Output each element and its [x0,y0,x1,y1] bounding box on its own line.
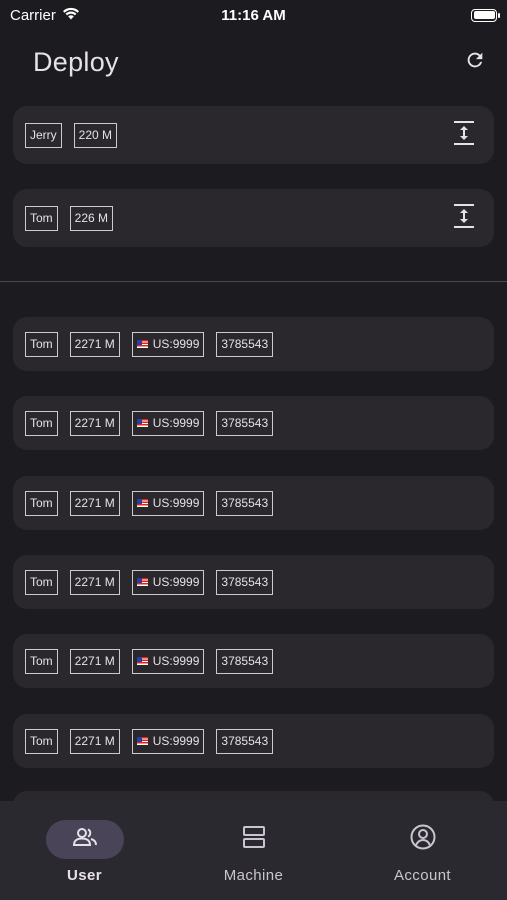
nav-item-account[interactable]: Account [338,801,507,900]
chip-group: Jerry 220 M [25,122,118,148]
us-flag-icon [136,657,148,665]
name-chip: Tom [25,205,58,231]
size-chip: 2271 M [69,728,120,754]
nav-item-machine[interactable]: Machine [169,801,338,900]
name-chip: Tom [25,410,58,436]
size-chip: 2271 M [69,569,120,595]
nav-icon-wrap [384,820,462,859]
region-chip: US:9999 [131,490,205,516]
header: Deploy [0,40,507,84]
size-chip: 2271 M [69,648,120,674]
region-label: US:9999 [152,416,200,430]
region-chip: US:9999 [131,410,205,436]
nav-label-account: Account [394,867,451,884]
expand-vertical-icon [453,203,475,234]
id-chip: 3785543 [216,648,274,674]
users-icon [72,827,98,852]
id-chip: 3785543 [216,410,274,436]
region-label: US:9999 [152,337,200,351]
size-chip: 2271 M [69,410,120,436]
list-item[interactable]: Tom 2271 M US:9999 3785543 [13,634,494,688]
name-chip: Tom [25,728,58,754]
chip-group: Tom 2271 M US:9999 3785543 [25,648,274,674]
region-label: US:9999 [152,575,200,589]
size-chip: 226 M [69,205,114,231]
nav-label-machine: Machine [223,867,284,884]
id-chip: 3785543 [216,490,274,516]
list-item[interactable]: Tom 2271 M US:9999 3785543 [13,714,494,768]
chip-group: Tom 2271 M US:9999 3785543 [25,331,274,357]
us-flag-icon [136,499,148,507]
name-chip: Tom [25,569,58,595]
section-divider [0,281,507,282]
region-label: US:9999 [152,654,200,668]
account-circle-icon [410,824,436,855]
list-item[interactable]: Tom 2271 M US:9999 3785543 [13,555,494,609]
deploy-card-tom[interactable]: Tom 226 M [13,189,494,247]
deploy-card-jerry[interactable]: Jerry 220 M [13,106,494,164]
chip-group: Tom 2271 M US:9999 3785543 [25,490,274,516]
bottom-nav: User Machine Account [0,801,507,900]
us-flag-icon [136,419,148,427]
name-chip: Tom [25,331,58,357]
name-chip: Jerry [25,122,62,148]
nav-icon-wrap [215,820,293,859]
id-chip: 3785543 [216,728,274,754]
server-icon [242,825,266,854]
battery-icon [471,8,500,22]
region-label: US:9999 [152,734,200,748]
expand-button[interactable] [452,203,476,234]
status-bar: Carrier 11:16 AM [0,0,507,30]
list-item[interactable]: Tom 2271 M US:9999 3785543 [13,476,494,530]
region-chip: US:9999 [131,331,205,357]
chip-group: Tom 2271 M US:9999 3785543 [25,410,274,436]
refresh-icon [464,49,486,76]
region-chip: US:9999 [131,648,205,674]
us-flag-icon [136,340,148,348]
wifi-icon [62,7,80,24]
region-chip: US:9999 [131,569,205,595]
expand-button[interactable] [452,120,476,151]
status-left: Carrier [10,7,80,24]
nav-label-user: User [67,867,102,884]
nav-active-indicator [45,820,124,859]
chip-group: Tom 2271 M US:9999 3785543 [25,569,274,595]
list-item[interactable]: Tom 2271 M US:9999 3785543 [13,396,494,450]
page-title: Deploy [33,46,119,77]
expand-vertical-icon [453,120,475,151]
us-flag-icon [136,578,148,586]
name-chip: Tom [25,490,58,516]
list-item[interactable]: Tom 2271 M US:9999 3785543 [13,317,494,371]
chip-group: Tom 2271 M US:9999 3785543 [25,728,274,754]
chip-group: Tom 226 M [25,205,114,231]
refresh-button[interactable] [461,48,489,76]
carrier-label: Carrier [10,6,56,24]
id-chip: 3785543 [216,331,274,357]
size-chip: 220 M [73,122,118,148]
size-chip: 2271 M [69,490,120,516]
nav-item-user[interactable]: User [0,801,169,900]
size-chip: 2271 M [69,331,120,357]
name-chip: Tom [25,648,58,674]
id-chip: 3785543 [216,569,274,595]
us-flag-icon [136,737,148,745]
region-chip: US:9999 [131,728,205,754]
region-label: US:9999 [152,496,200,510]
